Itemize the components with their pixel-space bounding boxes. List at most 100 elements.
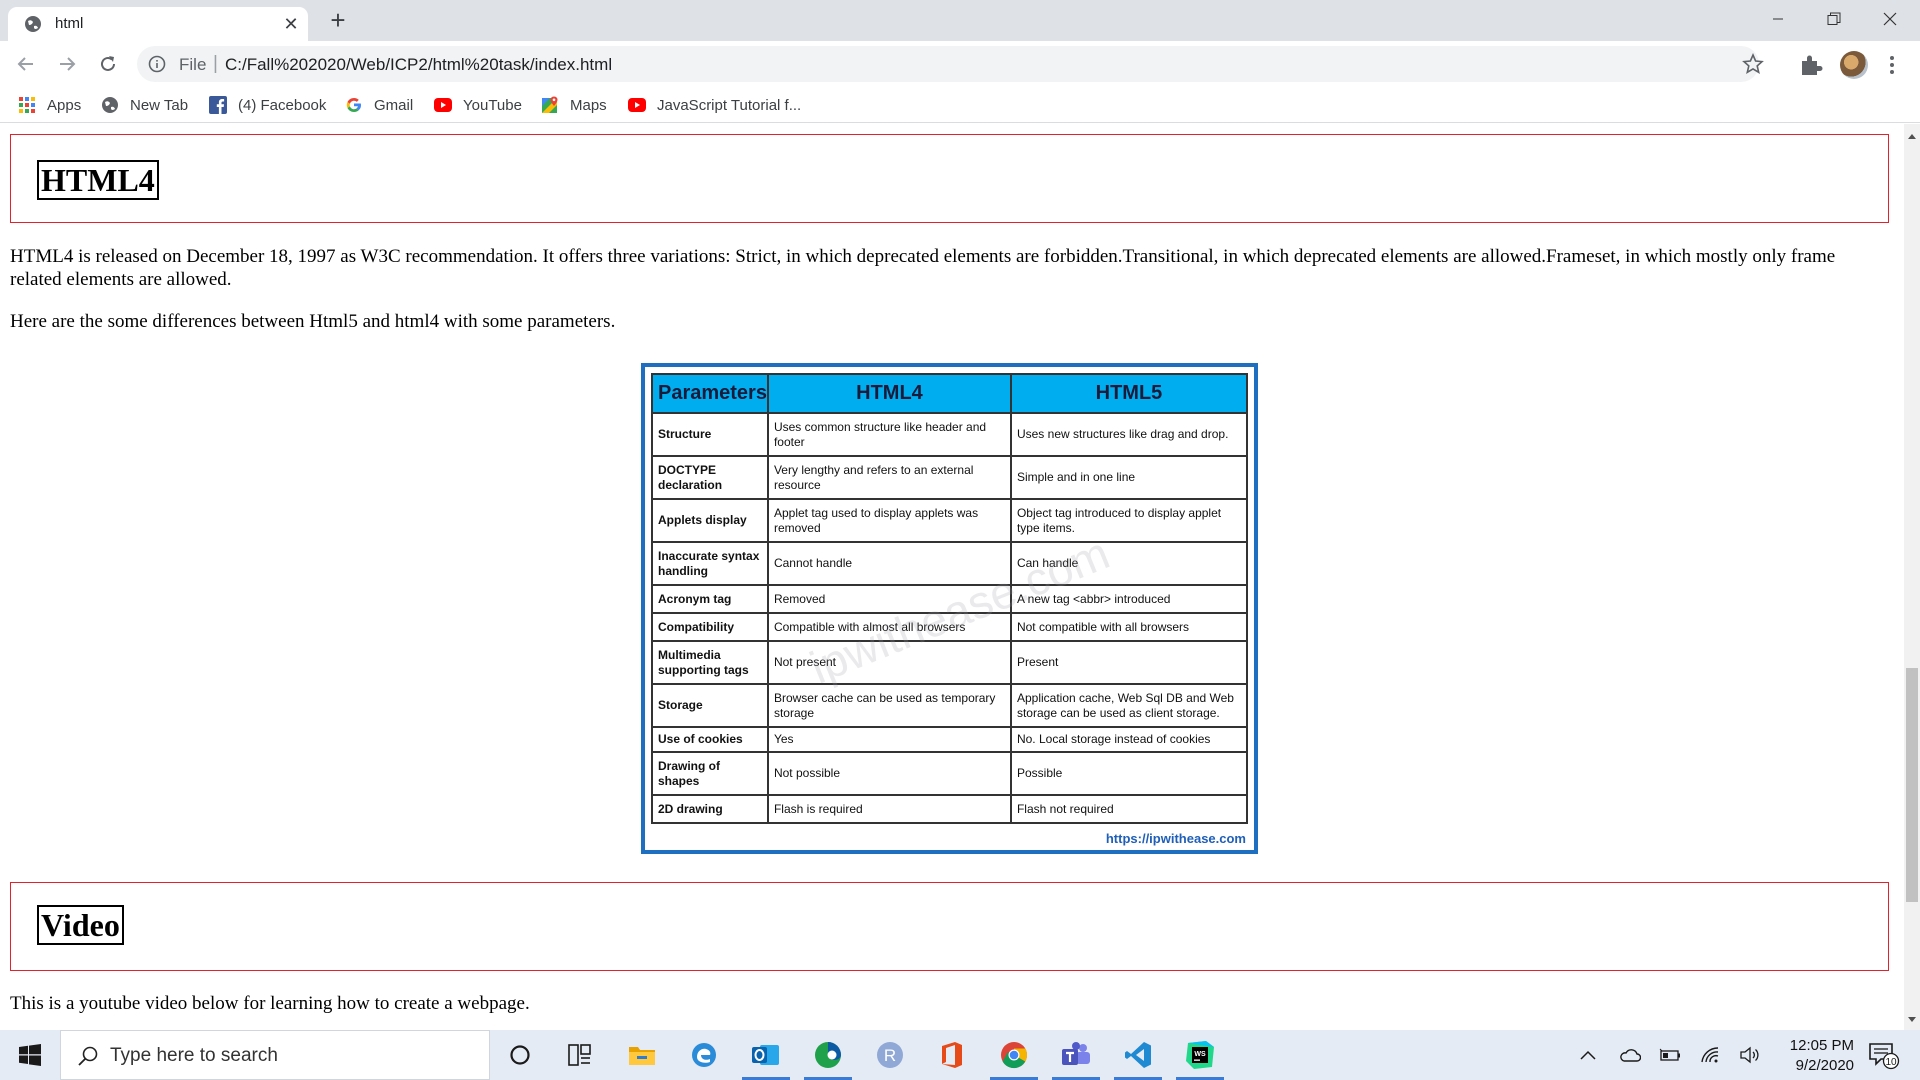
bookmark-label: YouTube xyxy=(463,96,522,114)
close-icon xyxy=(1883,12,1897,26)
notification-count: 10 xyxy=(1885,1057,1897,1068)
html5-cell: Can handle xyxy=(1009,541,1249,586)
table-row: Inaccurate syntax handling Cannot handle… xyxy=(651,541,1249,586)
arrow-left-icon xyxy=(17,57,33,71)
table-row: Structure Uses common structure like hea… xyxy=(651,412,1249,457)
html4-cell: Browser cache can be used as temporary s… xyxy=(766,683,1012,728)
bookmark-javascript-tutorial[interactable]: JavaScript Tutorial f... xyxy=(628,94,801,116)
taskbar-app-file-explorer[interactable] xyxy=(612,1030,672,1080)
table-row: Storage Browser cache can be used as tem… xyxy=(651,683,1249,728)
office-icon xyxy=(942,1042,962,1068)
bookmark-label: JavaScript Tutorial f... xyxy=(657,96,802,114)
browser-tab[interactable]: html ✕ xyxy=(8,7,308,41)
parameter-cell: Use of cookies xyxy=(651,726,769,753)
minimize-button[interactable] xyxy=(1750,0,1806,38)
taskbar-app-outlook[interactable] xyxy=(736,1030,796,1080)
network-tray[interactable] xyxy=(1696,1030,1724,1080)
url-text[interactable]: C:/Fall%202020/Web/ICP2/html%20task/inde… xyxy=(225,55,612,75)
html4-cell: Uses common structure like header and fo… xyxy=(766,412,1012,457)
table-header-html5: HTML5 xyxy=(1009,373,1249,414)
html4-cell: Yes xyxy=(766,726,1012,753)
html5-cell: Application cache, Web Sql DB and Web st… xyxy=(1009,683,1249,728)
close-window-button[interactable] xyxy=(1862,0,1918,38)
page-viewport: HTML4 HTML4 is released on December 18, … xyxy=(0,124,1904,1030)
parameter-cell: Structure xyxy=(651,412,769,457)
html5-cell: Possible xyxy=(1009,751,1249,796)
table-row: Applets display Applet tag used to displ… xyxy=(651,498,1249,543)
info-icon[interactable] xyxy=(148,55,166,73)
bookmark-maps[interactable]: Maps xyxy=(541,94,607,116)
task-view-button[interactable] xyxy=(550,1030,610,1080)
back-button[interactable] xyxy=(12,50,40,78)
volume-tray[interactable] xyxy=(1736,1030,1764,1080)
address-bar[interactable]: File | C:/Fall%202020/Web/ICP2/html%20ta… xyxy=(137,46,1764,82)
taskbar-search[interactable]: Type here to search xyxy=(60,1030,490,1080)
bookmark-label: Apps xyxy=(47,96,82,114)
table-row: Multimedia supporting tags Not present P… xyxy=(651,640,1249,685)
taskbar-app-webstorm[interactable]: WS xyxy=(1170,1030,1230,1080)
cortana-button[interactable] xyxy=(490,1030,550,1080)
video-description: This is a youtube video below for learni… xyxy=(10,993,530,1014)
cloud-icon xyxy=(1620,1049,1641,1062)
taskbar-app-edge[interactable] xyxy=(798,1030,858,1080)
bookmark-apps[interactable]: Apps xyxy=(18,94,81,116)
restore-icon xyxy=(1827,12,1841,25)
html5-cell: Simple and in one line xyxy=(1009,455,1249,500)
taskbar-app-office[interactable] xyxy=(922,1030,982,1080)
taskbar-clock[interactable]: 12:05 PM 9/2/2020 xyxy=(1764,1036,1854,1076)
taskbar-app-r[interactable]: R xyxy=(860,1030,920,1080)
html5-cell: A new tag <abbr> introduced xyxy=(1009,584,1249,614)
taskbar-app-vscode[interactable] xyxy=(1108,1030,1168,1080)
html4-heading: HTML4 xyxy=(37,160,159,200)
bookmark-star-icon[interactable] xyxy=(1742,53,1764,75)
show-hidden-icons-button[interactable] xyxy=(1574,1030,1602,1080)
html4-cell: Removed xyxy=(766,584,1012,614)
svg-text:WS: WS xyxy=(1194,1051,1206,1058)
table-row: Compatibility Compatible with almost all… xyxy=(651,612,1249,642)
clock-time: 12:05 PM xyxy=(1789,1037,1854,1054)
battery-tray[interactable] xyxy=(1656,1030,1684,1080)
reload-icon xyxy=(101,56,115,71)
taskbar-app-edge-legacy[interactable] xyxy=(674,1030,734,1080)
comparison-table: Parameters HTML4 HTML5 Structure Uses co… xyxy=(651,373,1249,824)
tab-close-icon[interactable]: ✕ xyxy=(281,14,301,34)
facebook-icon xyxy=(209,96,227,114)
scroll-up-arrow-icon[interactable] xyxy=(1908,134,1916,139)
image-source-link: https://ipwithease.com xyxy=(1105,831,1246,846)
chevron-up-icon xyxy=(1580,1050,1596,1060)
html4-cell: Applet tag used to display applets was r… xyxy=(766,498,1012,543)
svg-text:R: R xyxy=(884,1046,896,1065)
edge-legacy-icon xyxy=(692,1043,716,1067)
edge-icon xyxy=(815,1042,841,1068)
google-icon xyxy=(345,96,363,114)
html4-cell: Not possible xyxy=(766,751,1012,796)
webstorm-icon: WS xyxy=(1186,1041,1214,1069)
restore-button[interactable] xyxy=(1806,0,1862,38)
new-tab-button[interactable]: + xyxy=(325,7,351,34)
scrollbar-thumb[interactable] xyxy=(1906,668,1918,902)
reload-button[interactable] xyxy=(94,50,122,78)
html4-cell: Cannot handle xyxy=(766,541,1012,586)
bookmark-gmail[interactable]: Gmail xyxy=(345,94,413,116)
windows-taskbar: Type here to search R WS 12:05 PM 9/2/20… xyxy=(0,1030,1920,1080)
more-menu-icon[interactable] xyxy=(1885,51,1899,79)
start-button[interactable] xyxy=(0,1030,60,1080)
forward-button[interactable] xyxy=(53,50,81,78)
scroll-down-arrow-icon[interactable] xyxy=(1908,1017,1916,1022)
html5-cell: Object tag introduced to display applet … xyxy=(1009,498,1249,543)
bookmark-label: New Tab xyxy=(130,96,189,114)
table-row: Drawing of shapes Not possible Possible xyxy=(651,751,1249,796)
notification-center-icon[interactable]: 10 xyxy=(1866,1040,1902,1070)
profile-avatar[interactable] xyxy=(1840,51,1868,79)
extensions-puzzle-icon[interactable] xyxy=(1798,53,1824,77)
html4-section-header: HTML4 xyxy=(10,134,1889,223)
taskbar-app-chrome[interactable] xyxy=(984,1030,1044,1080)
bookmark-new-tab[interactable]: New Tab xyxy=(101,94,188,116)
onedrive-tray[interactable] xyxy=(1616,1030,1644,1080)
bookmark-facebook[interactable]: (4) Facebook xyxy=(209,94,326,116)
parameter-cell: Storage xyxy=(651,683,769,728)
bookmark-youtube[interactable]: YouTube xyxy=(434,94,522,116)
taskbar-app-teams[interactable] xyxy=(1046,1030,1106,1080)
html4-cell: Not present xyxy=(766,640,1012,685)
page-scrollbar[interactable] xyxy=(1904,124,1920,1030)
